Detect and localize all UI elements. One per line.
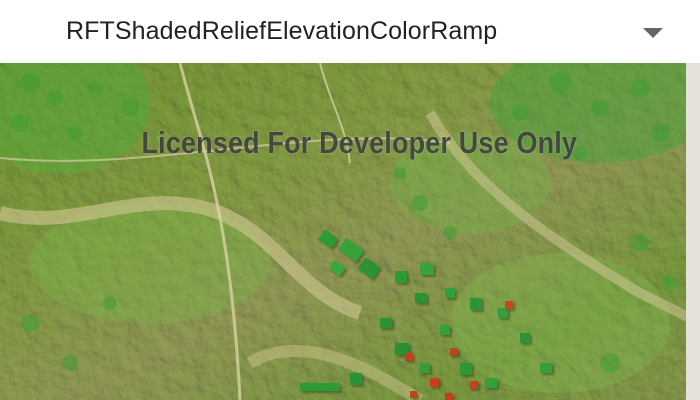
shaded-relief-raster xyxy=(0,63,700,400)
license-watermark: Licensed For Developer Use Only xyxy=(141,125,578,160)
toolbar: RFTShadedReliefElevationColorRamp xyxy=(0,0,700,63)
chevron-down-icon[interactable] xyxy=(643,28,663,38)
renderer-dropdown-selected: RFTShadedReliefElevationColorRamp xyxy=(66,17,498,45)
map-view[interactable]: Licensed For Developer Use Only xyxy=(0,63,700,400)
renderer-dropdown[interactable]: RFTShadedReliefElevationColorRamp xyxy=(0,0,700,63)
basemap-edge xyxy=(686,63,700,400)
